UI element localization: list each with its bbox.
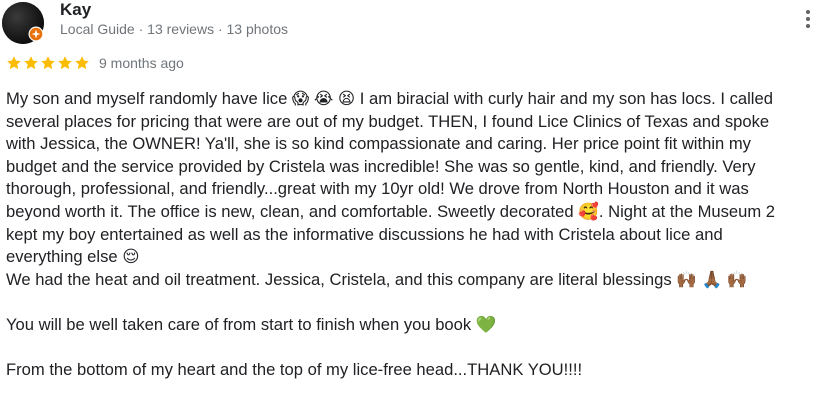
emoji-icon: 😭 <box>313 89 334 108</box>
rating-row: 9 months ago <box>6 54 184 72</box>
review-line: with Jessica, the OWNER! Ya'll, she is s… <box>6 134 751 154</box>
more-options-button[interactable] <box>796 6 819 32</box>
review-text-segment: We had the heat and oil treatment. Jessi… <box>6 269 677 289</box>
star-icon <box>75 56 89 70</box>
review-text-segment: beyond worth it. The office is new, clea… <box>6 201 579 221</box>
star-icon <box>41 56 55 70</box>
review-line: thorough, professional, and friendly...g… <box>6 179 749 199</box>
review-header: Kay Local Guide · 13 reviews · 13 photos <box>0 0 819 46</box>
review-line: beyond worth it. The office is new, clea… <box>6 201 818 224</box>
reviewer-meta: Local Guide · 13 reviews · 13 photos <box>60 21 289 37</box>
star-rating <box>6 55 90 71</box>
review-text-segment: My son and myself randomly have lice <box>6 89 292 108</box>
review-date: 9 months ago <box>99 55 184 71</box>
review-text-segment: . Night at the Museum 2 <box>598 201 776 221</box>
review-line: several places for pricing that were are… <box>6 111 770 131</box>
review-line: everything else 😌 <box>6 246 818 269</box>
review-text-segment: I am biracial with curly hair and my son… <box>355 89 773 108</box>
review-line: From the bottom of my heart and the top … <box>6 360 583 380</box>
review-text: My son and myself randomly have lice 😱 😭… <box>6 88 818 382</box>
avatar[interactable] <box>2 2 44 44</box>
emoji-icon: 🥰 <box>578 201 599 221</box>
more-vertical-icon <box>806 10 810 14</box>
reviewer-name[interactable]: Kay <box>60 0 91 20</box>
local-guide-badge-icon <box>28 26 44 42</box>
star-icon <box>58 56 72 70</box>
review-text-segment: everything else <box>6 247 123 267</box>
emoji-icon: 🙌🏾 <box>676 269 697 289</box>
review-line: budget and the service provided by Crist… <box>6 156 756 176</box>
review-line: kept my boy entertained as well as the i… <box>6 224 723 244</box>
review-line: My son and myself randomly have lice 😱 😭… <box>6 88 818 111</box>
star-icon <box>24 56 38 70</box>
review-line: We had the heat and oil treatment. Jessi… <box>6 269 818 292</box>
emoji-icon: 😱 <box>291 89 310 108</box>
star-icon <box>7 56 21 70</box>
emoji-icon: 😫 <box>337 89 356 108</box>
emoji-icon: 🙏🏾 <box>701 269 723 289</box>
emoji-icon: 💚 <box>475 314 497 334</box>
review-line: You will be well taken care of from star… <box>6 314 818 337</box>
emoji-icon: 😌 <box>122 247 140 267</box>
emoji-icon: 🙌🏾 <box>726 269 748 289</box>
review-text-segment: You will be well taken care of from star… <box>6 314 476 334</box>
